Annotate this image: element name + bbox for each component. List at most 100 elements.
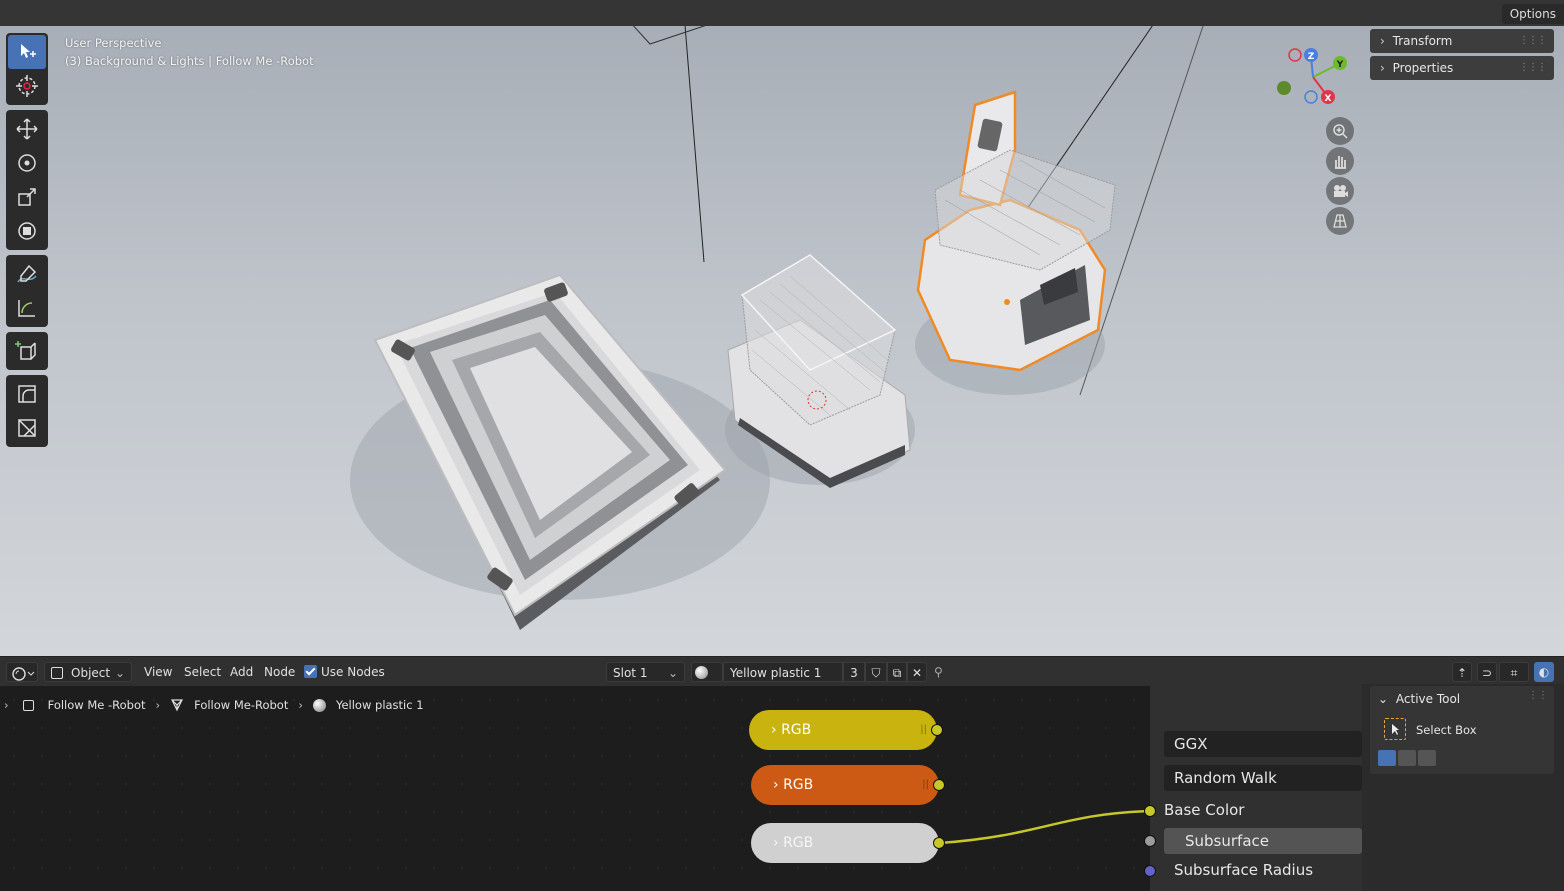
fake-user-button[interactable]: ⛉	[865, 662, 887, 682]
subsurface-socket[interactable]	[1144, 835, 1156, 847]
blender-window: Options User Perspective (3) Background …	[0, 0, 1564, 891]
base-color-socket[interactable]	[1144, 805, 1156, 817]
unlink-material-button[interactable]: ✕	[907, 662, 927, 682]
transform-icon	[18, 222, 36, 240]
node-menu[interactable]: Node	[264, 662, 295, 682]
scale-tool[interactable]	[8, 180, 46, 214]
shader-editor-icon	[12, 666, 35, 681]
viewport-info: User Perspective (3) Background & Lights…	[65, 34, 314, 70]
drag-handle-icon[interactable]: ⋮⋮⋮	[1519, 56, 1547, 80]
color-output-socket[interactable]	[933, 779, 945, 791]
use-nodes-checkbox[interactable]	[304, 665, 317, 678]
user-count[interactable]: 3	[843, 662, 865, 682]
overlay-icon: ◐	[1538, 665, 1550, 679]
camera-view-button[interactable]	[1326, 177, 1354, 205]
bend-icon	[18, 385, 36, 403]
chevron-down-icon: ⌄	[1378, 692, 1389, 706]
annotate-icon	[17, 264, 37, 283]
select-box-tool-icon[interactable]	[1384, 718, 1406, 740]
overlays-button[interactable]: ◐	[1534, 662, 1554, 682]
transform-tool[interactable]	[8, 214, 46, 248]
perspective-toggle-button[interactable]	[1326, 207, 1354, 235]
chevron-right-icon: ›	[1380, 61, 1385, 75]
rotate-tool[interactable]	[8, 146, 46, 180]
principled-bsdf-node[interactable]: GGX Random Walk Base Color Subsurface Su…	[1144, 684, 1362, 891]
select-menu[interactable]: Select	[184, 662, 221, 682]
close-icon: ✕	[911, 666, 923, 680]
material-name-field[interactable]: Yellow plastic 1	[723, 662, 843, 682]
mode-set-button[interactable]	[1378, 750, 1396, 766]
slot-dropdown[interactable]: Slot 1 ⌄	[606, 662, 685, 682]
chevron-down-icon: ⌄	[667, 666, 678, 680]
pin-icon[interactable]: ⚲	[934, 662, 943, 682]
base-color-label: Base Color	[1164, 801, 1245, 819]
subsurface-radius-label: Subsurface Radius	[1174, 861, 1314, 879]
pan-button[interactable]	[1326, 147, 1354, 175]
transform-panel[interactable]: › Transform ⋮⋮⋮	[1370, 29, 1554, 53]
active-tool-title: Active Tool	[1395, 692, 1461, 706]
node-sidebar: ⌄ Active Tool ⋮⋮ Select Box	[1362, 684, 1564, 891]
duplicate-material-button[interactable]: ⧉	[887, 662, 907, 682]
active-tool-header[interactable]: ⌄ Active Tool	[1378, 692, 1460, 706]
chevron-down-icon: ⌄	[114, 666, 125, 680]
copy-icon: ⧉	[892, 666, 902, 680]
mode-extend-button[interactable]	[1398, 750, 1416, 766]
move-tool[interactable]	[8, 112, 46, 146]
collapse-chevron-icon[interactable]: ›	[773, 835, 779, 851]
collapse-chevron-icon[interactable]: ›	[773, 777, 779, 793]
cursor-icon	[16, 75, 38, 97]
tool-name: Select Box	[1416, 723, 1477, 737]
options-button[interactable]: Options	[1501, 4, 1564, 24]
add-cube-tool[interactable]	[8, 334, 46, 368]
select-tool[interactable]	[8, 35, 46, 69]
color-output-socket[interactable]	[933, 837, 945, 849]
rgb-node-yellow[interactable]: › RGB ||	[749, 710, 943, 750]
resize-handle-icon[interactable]: ||	[920, 710, 927, 750]
viewport-header: Options	[0, 0, 1564, 26]
rgb-node-label: RGB	[781, 722, 812, 738]
rgb-node-orange[interactable]: › RGB ||	[751, 765, 945, 805]
scene-render	[350, 0, 1206, 630]
drag-handle-icon[interactable]: ⋮⋮	[1528, 690, 1548, 701]
collapse-chevron-icon[interactable]: ›	[771, 722, 777, 738]
shield-icon: ⛉	[871, 666, 881, 680]
move-icon	[16, 118, 38, 140]
distribution-dropdown[interactable]: GGX	[1164, 731, 1362, 757]
rotate-icon	[18, 154, 36, 172]
shear-tool[interactable]	[8, 411, 46, 445]
zoom-button[interactable]	[1326, 117, 1354, 145]
rgb-node-label: RGB	[783, 835, 814, 851]
magnet-icon: ⊃	[1481, 666, 1493, 680]
view-menu[interactable]: View	[144, 662, 172, 682]
parent-node-tree-button[interactable]: ⇡	[1452, 662, 1472, 682]
selection-mode-group	[1378, 750, 1436, 766]
material-sphere-icon	[695, 666, 708, 679]
bend-tool[interactable]	[8, 377, 46, 411]
mode-label: Object	[71, 666, 111, 680]
resize-handle-icon[interactable]: ||	[922, 765, 929, 805]
slot-label: Slot 1	[613, 666, 648, 680]
subsurface-method-dropdown[interactable]: Random Walk	[1164, 765, 1362, 791]
collection-label: (3) Background & Lights | Follow Me -Rob…	[65, 54, 314, 68]
hand-icon	[1335, 156, 1346, 169]
3d-viewport[interactable]: Options User Perspective (3) Background …	[0, 0, 1564, 656]
annotate-tool[interactable]	[8, 257, 46, 291]
snap-target-dropdown[interactable]: ⌗	[1499, 662, 1529, 682]
drag-handle-icon[interactable]: ⋮⋮⋮	[1519, 29, 1547, 53]
subsurface-radius-socket[interactable]	[1144, 865, 1156, 877]
cursor-tool[interactable]	[8, 69, 46, 103]
subsurface-slider[interactable]: Subsurface	[1164, 828, 1362, 854]
use-nodes-toggle[interactable]: Use Nodes	[304, 662, 385, 682]
add-menu[interactable]: Add	[230, 662, 253, 682]
perspective-label: User Perspective	[65, 36, 162, 50]
color-output-socket[interactable]	[931, 724, 943, 736]
camera-icon	[1334, 185, 1348, 197]
properties-panel[interactable]: › Properties ⋮⋮⋮	[1370, 56, 1554, 80]
editor-type-dropdown[interactable]	[6, 662, 38, 682]
mode-subtract-button[interactable]	[1418, 750, 1436, 766]
material-browse-button[interactable]: ⌄	[691, 662, 723, 700]
mode-dropdown[interactable]: Object ⌄	[44, 662, 132, 682]
measure-tool[interactable]	[8, 291, 46, 325]
snap-button[interactable]: ⊃	[1477, 662, 1497, 682]
rgb-node-white[interactable]: › RGB	[751, 823, 945, 863]
